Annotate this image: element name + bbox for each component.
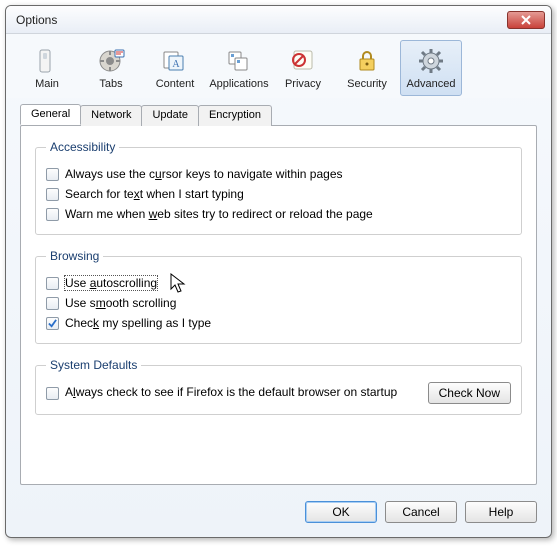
- toolbar-label: Security: [347, 78, 387, 90]
- close-icon: [521, 15, 531, 25]
- applications-icon: [224, 46, 254, 76]
- window-title: Options: [12, 13, 507, 27]
- dialog-buttons: OK Cancel Help: [6, 495, 551, 537]
- general-panel: Accessibility Always use the cursor keys…: [20, 125, 537, 485]
- checkbox-label: Warn me when web sites try to redirect o…: [65, 207, 373, 221]
- system-defaults-group: System Defaults Always check to see if F…: [35, 358, 522, 415]
- toolbar-content[interactable]: A Content: [144, 40, 206, 96]
- checkbox-label: Use smooth scrolling: [65, 296, 176, 310]
- toolbar-tabs[interactable]: Tabs: [80, 40, 142, 96]
- toolbar-label: Tabs: [99, 78, 122, 90]
- toolbar-privacy[interactable]: Privacy: [272, 40, 334, 96]
- main-icon: [32, 46, 62, 76]
- toolbar-label: Main: [35, 78, 59, 90]
- titlebar: Options: [6, 6, 551, 34]
- toolbar-label: Advanced: [407, 78, 456, 90]
- toolbar-label: Applications: [209, 78, 268, 90]
- accessibility-group: Accessibility Always use the cursor keys…: [35, 140, 522, 235]
- checkbox-search-typing[interactable]: [46, 188, 59, 201]
- advanced-tabstrip: General Network Update Encryption: [6, 98, 551, 125]
- help-button[interactable]: Help: [465, 501, 537, 523]
- checkbox-warn-redirect[interactable]: [46, 208, 59, 221]
- checkbox-label: Check my spelling as I type: [65, 316, 211, 330]
- tab-network[interactable]: Network: [80, 105, 142, 126]
- group-legend: System Defaults: [46, 358, 141, 372]
- checkbox-label: Always use the cursor keys to navigate w…: [65, 167, 343, 181]
- checkbox-label: Use autoscrolling: [65, 276, 157, 290]
- advanced-icon: [416, 46, 446, 76]
- tab-encryption[interactable]: Encryption: [198, 105, 272, 126]
- svg-text:A: A: [172, 59, 180, 70]
- toolbar-security[interactable]: Security: [336, 40, 398, 96]
- toolbar-label: Privacy: [285, 78, 321, 90]
- checkbox-cursor-keys[interactable]: [46, 168, 59, 181]
- ok-button[interactable]: OK: [305, 501, 377, 523]
- close-button[interactable]: [507, 11, 545, 29]
- options-dialog: Options Main Tabs A Content: [5, 5, 552, 538]
- checkbox-smooth-scrolling[interactable]: [46, 297, 59, 310]
- group-legend: Browsing: [46, 249, 103, 263]
- checkbox-label: Always check to see if Firefox is the de…: [65, 385, 422, 401]
- cancel-button[interactable]: Cancel: [385, 501, 457, 523]
- toolbar-applications[interactable]: Applications: [208, 40, 270, 96]
- tabs-icon: [96, 46, 126, 76]
- toolbar-main[interactable]: Main: [16, 40, 78, 96]
- checkbox-spellcheck[interactable]: [46, 317, 59, 330]
- browsing-group: Browsing Use autoscrolling Use smooth sc…: [35, 249, 522, 344]
- privacy-icon: [288, 46, 318, 76]
- tab-general[interactable]: General: [20, 104, 81, 125]
- checkbox-label: Search for text when I start typing: [65, 187, 244, 201]
- tab-update[interactable]: Update: [141, 105, 198, 126]
- toolbar-advanced[interactable]: Advanced: [400, 40, 462, 96]
- content-icon: A: [160, 46, 190, 76]
- group-legend: Accessibility: [46, 140, 119, 154]
- checkbox-autoscrolling[interactable]: [46, 277, 59, 290]
- category-toolbar: Main Tabs A Content Applications Privacy: [6, 34, 551, 98]
- check-now-button[interactable]: Check Now: [428, 382, 511, 404]
- toolbar-label: Content: [156, 78, 195, 90]
- security-icon: [352, 46, 382, 76]
- checkbox-default-browser[interactable]: [46, 387, 59, 400]
